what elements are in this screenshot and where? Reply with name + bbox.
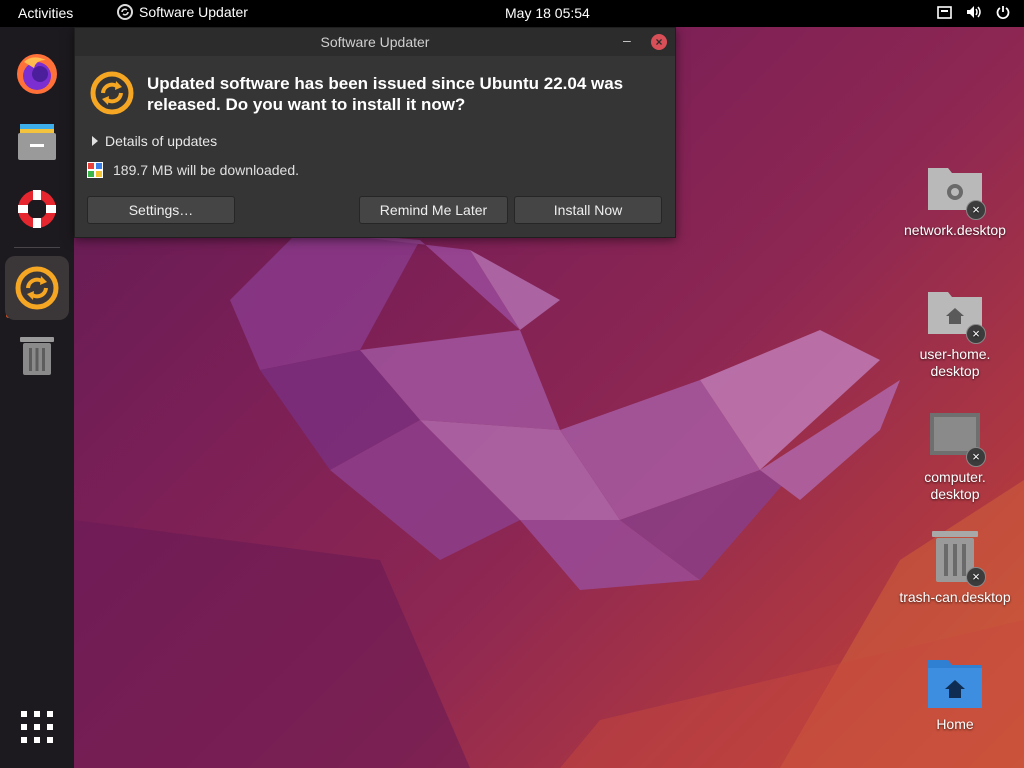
help-icon [18,190,56,228]
dock-show-applications[interactable] [5,695,69,759]
software-updater-small-icon [117,4,133,20]
desktop-icon-user-home[interactable]: × user-home. desktop [895,286,1015,380]
dock-trash[interactable] [5,323,69,387]
show-applications-icon [21,711,53,743]
remind-me-later-button[interactable]: Remind Me Later [359,196,508,224]
desktop-icon-label-line2: desktop [930,363,980,379]
install-now-button[interactable]: Install Now [514,196,662,224]
settings-button[interactable]: Settings… [87,196,235,224]
heading-line-2: released. Do you want to install it now? [147,95,466,114]
untrusted-badge-icon: × [966,200,986,220]
network-wired-icon [937,5,952,19]
dock [0,27,74,768]
desktop-icon-network[interactable]: × network.desktop [895,162,1015,239]
download-size-label: 189.7 MB will be downloaded. [113,162,300,178]
expander-arrow-icon [92,136,98,146]
dock-help[interactable] [5,177,69,241]
home-folder-icon [928,660,982,708]
dock-software-updater[interactable] [5,256,69,320]
desktop-icon-trash-can[interactable]: × trash-can.desktop [895,529,1015,606]
untrusted-badge-icon: × [966,324,986,344]
desktop-icon-label: trash-can.desktop [899,589,1011,605]
details-expander[interactable]: Details of updates [91,133,217,149]
firefox-icon [17,54,57,94]
dialog-heading: Updated software has been issued since U… [147,73,667,115]
dock-files[interactable] [5,109,69,173]
app-menu[interactable]: Software Updater [117,4,248,20]
dialog-title: Software Updater [320,34,430,50]
download-size: 189.7 MB will be downloaded. [87,162,299,178]
dock-firefox[interactable] [5,41,69,105]
activities-button[interactable]: Activities [18,5,73,21]
system-tray[interactable] [937,5,1010,19]
desktop-icon-computer[interactable]: × computer. desktop [895,409,1015,503]
desktop-icon-label: user-home. [919,346,991,362]
desktop-icon-home[interactable]: Home [895,656,1015,733]
untrusted-badge-icon: × [966,447,986,467]
app-menu-label: Software Updater [139,4,248,20]
minimize-button[interactable]: – [623,32,631,48]
files-icon [18,124,56,160]
desktop-icon-label: computer. [924,469,986,485]
software-updater-icon [15,266,59,310]
top-bar: Activities Software Updater May 18 05:54 [0,0,1024,27]
volume-icon [967,6,981,18]
heading-line-1: Updated software has been issued since U… [147,74,624,93]
software-updater-dialog: Software Updater – × Updated software ha… [74,27,676,238]
desktop-icon-label-line2: desktop [930,486,980,502]
details-label: Details of updates [105,133,218,149]
software-updater-icon [90,71,134,115]
clock[interactable]: May 18 05:54 [505,5,590,21]
dock-separator [14,247,60,248]
desktop-icon-label: Home [936,716,974,732]
untrusted-badge-icon: × [966,567,986,587]
power-icon [996,6,1010,19]
dialog-titlebar[interactable]: Software Updater – × [75,28,675,56]
desktop-icon-label: network.desktop [904,222,1006,238]
trash-icon [20,337,54,375]
close-button[interactable]: × [651,34,667,50]
package-icon [87,162,103,178]
